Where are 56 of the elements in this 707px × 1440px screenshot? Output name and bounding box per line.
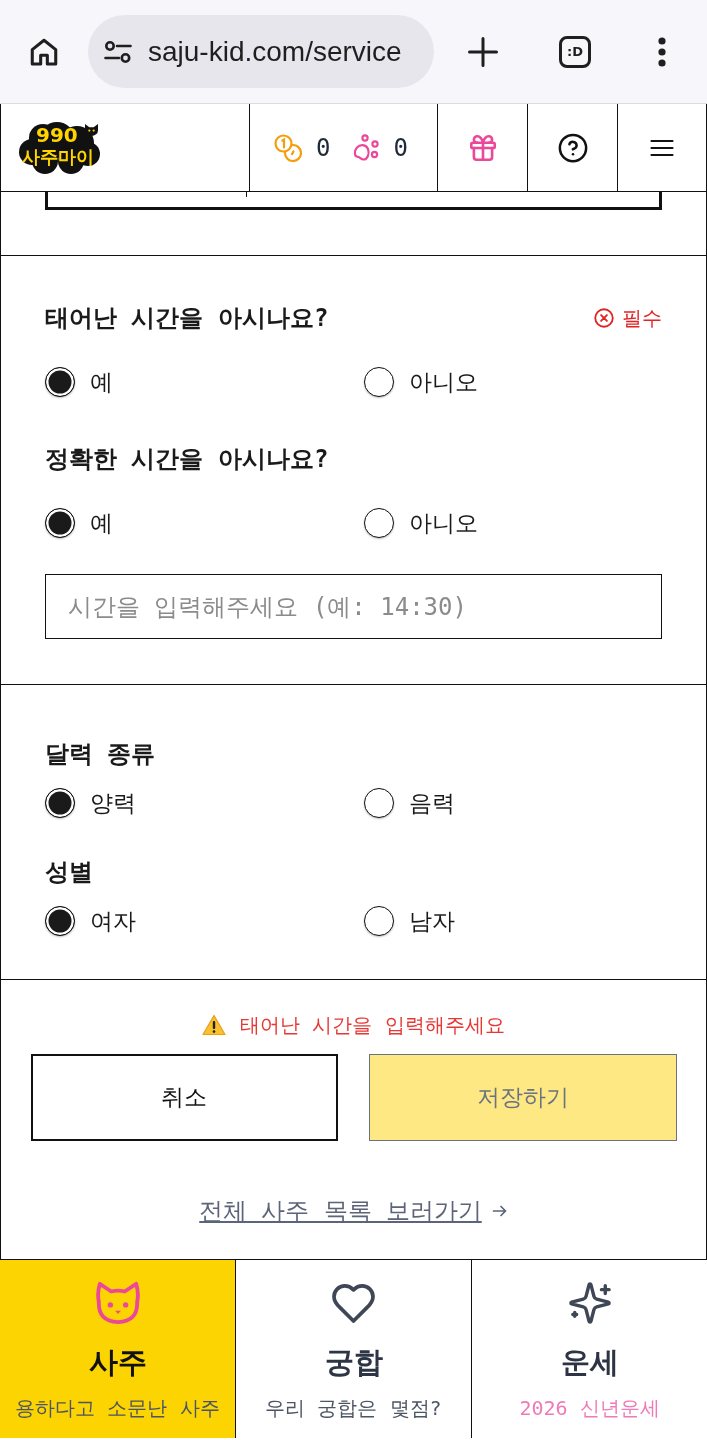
cancel-button[interactable]: 취소 xyxy=(30,1054,338,1141)
menu-icon[interactable] xyxy=(650,138,674,157)
address-bar[interactable]: saju-kid.com/service xyxy=(88,15,434,88)
radio-button[interactable] xyxy=(364,788,394,818)
coin-count: 0 xyxy=(316,133,331,162)
paw-icon xyxy=(352,133,381,162)
plus-icon[interactable] xyxy=(468,36,498,67)
question-label: 정확한 시간을 아시나요? xyxy=(45,444,329,474)
site-settings-icon[interactable] xyxy=(104,40,132,63)
gift-icon[interactable] xyxy=(469,134,496,161)
option-label[interactable]: 여자 xyxy=(90,906,136,936)
option-label[interactable]: 아니오 xyxy=(409,367,478,397)
radio-button[interactable] xyxy=(45,906,75,936)
tab-switcher-button[interactable]: :D xyxy=(559,35,591,68)
radio-button[interactable] xyxy=(45,508,75,538)
url-text: saju-kid.com/service xyxy=(148,35,402,68)
heart-icon xyxy=(332,1283,375,1323)
cat-icon xyxy=(94,1281,141,1325)
question-label: 태어난 시간을 아시나요? xyxy=(45,303,329,333)
sparkle-icon xyxy=(568,1282,611,1324)
warning-message: 태어난 시간을 입력해주세요 xyxy=(240,1012,505,1038)
x-circle-icon xyxy=(594,308,614,328)
input-field[interactable] xyxy=(45,192,662,210)
option-label[interactable]: 아니오 xyxy=(409,508,478,538)
radio-button[interactable] xyxy=(364,367,394,397)
help-icon[interactable] xyxy=(557,132,588,163)
nav-tab-subtitle: 우리 궁합은 몇점? xyxy=(265,1395,442,1422)
time-input-field[interactable]: 시간을 입력해주세요 (예: 14:30) xyxy=(45,574,662,639)
logo-number: 990 xyxy=(36,123,78,146)
nav-tab-title: 사주 xyxy=(88,1344,147,1380)
logo-background[interactable] xyxy=(17,120,101,175)
nav-tab-title: 운세 xyxy=(560,1344,619,1380)
warning-icon xyxy=(202,1014,227,1036)
radio-button[interactable] xyxy=(364,508,394,538)
group-label: 달력 종류 xyxy=(45,739,157,769)
option-label[interactable]: 예 xyxy=(90,367,113,397)
radio-button[interactable] xyxy=(364,906,394,936)
radio-button[interactable] xyxy=(45,788,75,818)
option-label[interactable]: 예 xyxy=(90,508,113,538)
nav-tab-subtitle: 2026 신년운세 xyxy=(519,1395,660,1422)
group-label: 성별 xyxy=(45,857,94,887)
list-link[interactable]: 전체 사주 목록 보러가기 xyxy=(199,1197,482,1225)
nav-tab-subtitle: 용하다고 소문난 사주 xyxy=(15,1395,220,1422)
nav-tab-title: 궁합 xyxy=(324,1344,383,1380)
logo-name: 사주마이 xyxy=(22,144,94,169)
option-label[interactable]: 음력 xyxy=(409,788,455,818)
kebab-menu-icon[interactable] xyxy=(658,36,666,67)
cat-icon xyxy=(85,123,98,136)
radio-button[interactable] xyxy=(45,367,75,397)
option-label[interactable]: 남자 xyxy=(409,906,455,936)
coin-icon xyxy=(274,133,302,162)
option-label[interactable]: 양력 xyxy=(90,788,136,818)
arrow-icon[interactable] xyxy=(491,1203,508,1219)
nav-tab[interactable]: 사주 용하다고 소문난 사주 xyxy=(0,1260,235,1438)
required-label: 필수 xyxy=(622,305,662,331)
paw-count: 0 xyxy=(393,133,408,162)
